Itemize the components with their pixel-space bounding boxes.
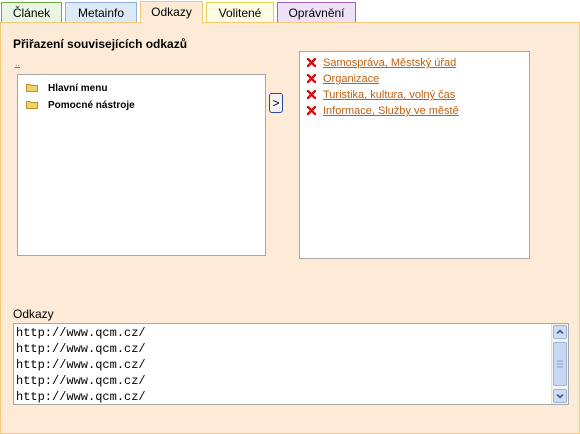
chevron-down-icon (556, 393, 564, 399)
folder-icon (26, 84, 38, 92)
assigned-link[interactable]: Organizace (323, 73, 379, 85)
assigned-links-list: Samospráva, Městský úřad Organizace Turi… (299, 51, 530, 259)
assigned-item: Organizace (306, 73, 379, 87)
tree-item-label: Pomocné nástroje (48, 100, 135, 111)
related-links-heading: Přiřazení souvisejících odkazů (13, 37, 188, 51)
folder-icon (26, 101, 38, 109)
scroll-thumb[interactable] (553, 342, 567, 386)
remove-icon[interactable] (306, 73, 317, 84)
odkazy-panel: Přiřazení souvisejících odkazů .. Hlavní… (0, 22, 580, 434)
links-heading: Odkazy (13, 307, 54, 321)
textarea-line: http://www.qcm.cz/ (16, 374, 146, 388)
textarea-line: http://www.qcm.cz/ (16, 326, 146, 340)
assigned-link[interactable]: Turistika, kultura, volný čas (323, 89, 455, 101)
folder-tree: Hlavní menu Pomocné nástroje (17, 74, 266, 256)
assigned-item: Turistika, kultura, volný čas (306, 89, 455, 103)
assigned-item: Informace, Služby ve městě (306, 105, 459, 119)
tab-clanek[interactable]: Článek (1, 2, 62, 22)
grip-icon (557, 360, 563, 368)
add-link-button[interactable]: > (269, 93, 283, 113)
tab-metainfo[interactable]: Metainfo (65, 2, 137, 22)
remove-icon[interactable] (306, 105, 317, 116)
links-textarea-content: http://www.qcm.cz/ http://www.qcm.cz/ ht… (16, 325, 146, 405)
textarea-scrollbar[interactable] (551, 324, 568, 404)
tree-item-pomocne-nastroje[interactable]: Pomocné nástroje (26, 100, 135, 114)
chevron-up-icon (556, 329, 564, 335)
tab-opravneni[interactable]: Oprávnění (277, 2, 356, 22)
textarea-line: http://www.qcm.cz/ (16, 358, 146, 372)
remove-icon[interactable] (306, 57, 317, 68)
tree-item-label: Hlavní menu (48, 83, 108, 94)
remove-icon[interactable] (306, 89, 317, 100)
scroll-down-button[interactable] (553, 389, 567, 403)
assigned-link[interactable]: Samospráva, Městský úřad (323, 57, 456, 69)
assigned-link[interactable]: Informace, Služby ve městě (323, 105, 459, 117)
tab-volitene[interactable]: Volitené (206, 2, 274, 22)
scroll-up-button[interactable] (553, 325, 567, 339)
parent-folder-link[interactable]: .. (15, 58, 20, 68)
textarea-line: http://www.qcm.cz/ (16, 390, 146, 404)
textarea-line: http://www.qcm.cz/ (16, 342, 146, 356)
assigned-item: Samospráva, Městský úřad (306, 57, 456, 71)
links-textarea[interactable]: http://www.qcm.cz/ http://www.qcm.cz/ ht… (13, 323, 569, 405)
tab-bar: Článek Metainfo Odkazy Volitené Oprávněn… (0, 0, 580, 24)
tab-odkazy[interactable]: Odkazy (140, 1, 203, 24)
tree-item-hlavni-menu[interactable]: Hlavní menu (26, 83, 107, 97)
